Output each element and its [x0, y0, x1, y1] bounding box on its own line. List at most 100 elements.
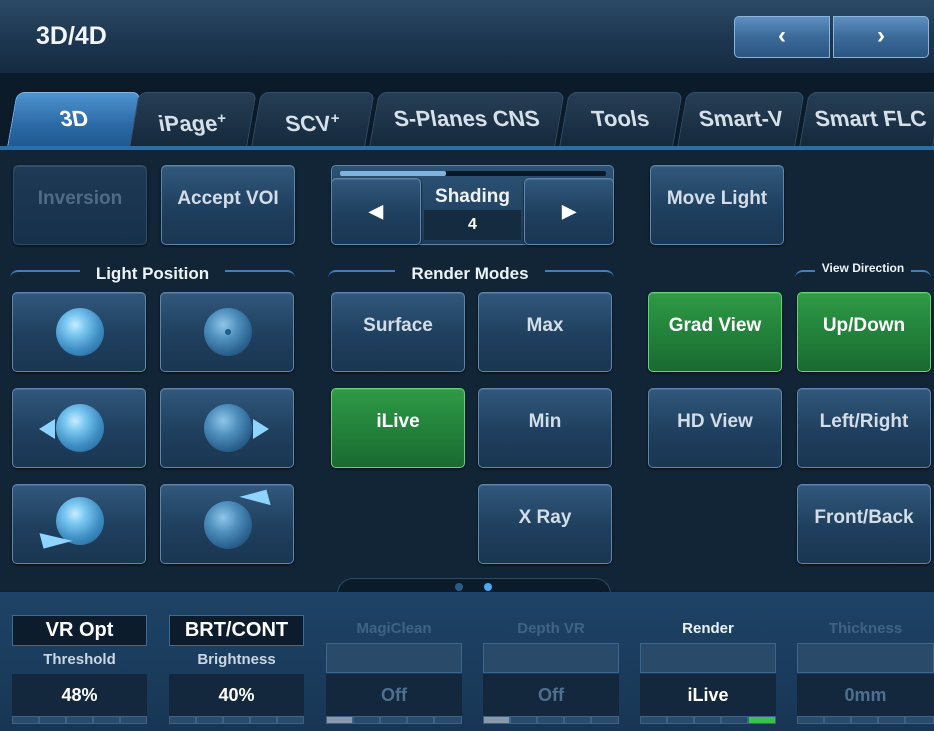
prev-page-button[interactable]: ‹: [734, 16, 830, 58]
front-back-button[interactable]: Front/Back: [797, 484, 931, 564]
depth-vr-segment: [510, 716, 537, 724]
shading-increase-button[interactable]: ▶: [524, 178, 614, 245]
render-segment: [667, 716, 694, 724]
magiclean-segment: [380, 716, 407, 724]
tab-label-sup: +: [217, 110, 227, 127]
threshold-segment: [120, 716, 147, 724]
brightness-segment: [196, 716, 223, 724]
light-beam-icon: [39, 525, 73, 549]
brt-cont-button[interactable]: BRT/CONT: [169, 615, 304, 646]
magiclean-segment: [407, 716, 434, 724]
hd-view-button[interactable]: HD View: [648, 388, 782, 468]
thickness-label: Thickness: [828, 620, 903, 637]
threshold-segment: [39, 716, 66, 724]
arrow-left-icon: [39, 419, 55, 439]
page-dot-2-active[interactable]: [484, 583, 492, 591]
depth-vr-segment-on: [483, 716, 510, 724]
depth-vr-segment: [564, 716, 591, 724]
tab-smart-flc[interactable]: Smart FLC: [799, 92, 934, 146]
shading-slider-fill: [340, 171, 446, 176]
max-mode-button[interactable]: Max: [478, 292, 612, 372]
render-modes-label: Render Modes: [395, 264, 545, 284]
light-position-left-button[interactable]: [12, 388, 146, 468]
move-light-button[interactable]: Move Light: [650, 165, 784, 245]
render-segment: [721, 716, 748, 724]
magiclean-segment: [434, 716, 462, 724]
tab-label-sup: +: [330, 110, 340, 127]
brightness-segment: [169, 716, 196, 724]
tab-label: S-Planes CNS: [391, 106, 542, 131]
light-position-center-button[interactable]: [12, 292, 146, 372]
light-position-right-button[interactable]: [160, 388, 294, 468]
depth-vr-label: Depth VR: [517, 620, 585, 637]
vr-opt-button[interactable]: VR Opt: [12, 615, 147, 646]
threshold-segment: [93, 716, 120, 724]
chevron-right-icon: ›: [877, 22, 885, 49]
button-label: Accept VOI: [177, 188, 279, 209]
magiclean-blank: [326, 643, 462, 673]
button-label: Min: [528, 411, 562, 432]
light-position-back-button[interactable]: [160, 292, 294, 372]
triangle-right-icon: ▶: [562, 201, 576, 221]
render-segment-active: [748, 716, 776, 724]
light-orb-icon: [204, 404, 252, 452]
light-orb-icon: [56, 404, 104, 452]
depth-vr-value[interactable]: Off: [483, 674, 619, 716]
tab-label: Smart-V: [696, 106, 786, 131]
render-value[interactable]: iLive: [640, 674, 776, 716]
tab-3d[interactable]: 3D: [7, 92, 141, 146]
grad-view-button[interactable]: Grad View: [648, 292, 782, 372]
tab-label: 3D: [57, 106, 91, 131]
light-position-bottom-left-button[interactable]: [12, 484, 146, 564]
tab-s-planes-cns[interactable]: S-Planes CNS: [369, 92, 565, 146]
magiclean-value[interactable]: Off: [326, 674, 462, 716]
tab-smart-v[interactable]: Smart-V: [677, 92, 805, 146]
brightness-label: Brightness: [197, 651, 276, 668]
depth-vr-segment: [537, 716, 564, 724]
accept-voi-button[interactable]: Accept VOI: [161, 165, 295, 245]
button-label: Left/Right: [819, 411, 909, 432]
ilive-mode-button[interactable]: iLive: [331, 388, 465, 468]
tab-label: iPage: [156, 111, 220, 137]
light-beam-icon: [239, 489, 271, 513]
next-page-button[interactable]: ›: [833, 16, 929, 58]
page-title: 3D/4D: [36, 22, 107, 50]
light-position-top-right-button[interactable]: [160, 484, 294, 564]
render-segment: [640, 716, 667, 724]
depth-vr-blank: [483, 643, 619, 673]
button-label: X Ray: [518, 507, 572, 528]
threshold-value[interactable]: 48%: [12, 674, 147, 716]
magiclean-label: MagiClean: [356, 620, 432, 637]
button-label: Inversion: [37, 188, 123, 209]
left-right-button[interactable]: Left/Right: [797, 388, 931, 468]
inversion-button[interactable]: Inversion: [13, 165, 147, 245]
thickness-value[interactable]: 0mm: [797, 674, 934, 716]
thickness-segment: [851, 716, 878, 724]
button-label: Front/Back: [814, 507, 914, 528]
light-orb-icon: [56, 308, 104, 356]
tab-label: Smart FLC: [813, 106, 929, 131]
thickness-segment: [905, 716, 934, 724]
tab-scv[interactable]: SCV+: [251, 92, 375, 146]
brightness-segment: [250, 716, 277, 724]
surface-mode-button[interactable]: Surface: [331, 292, 465, 372]
render-segment: [694, 716, 721, 724]
tab-tools[interactable]: Tools: [559, 92, 683, 146]
button-label: Grad View: [668, 315, 762, 336]
x-ray-mode-button[interactable]: X Ray: [478, 484, 612, 564]
light-point-icon: [225, 329, 231, 335]
shading-label: Shading: [435, 186, 510, 207]
threshold-segment: [66, 716, 93, 724]
light-position-label: Light Position: [80, 264, 225, 284]
tab-ipage[interactable]: iPage+: [129, 92, 257, 146]
magiclean-segment: [353, 716, 380, 724]
render-blank: [640, 643, 776, 673]
up-down-button[interactable]: Up/Down: [797, 292, 931, 372]
view-direction-label: View Direction: [815, 261, 911, 275]
shading-decrease-button[interactable]: ◀: [331, 178, 421, 245]
chevron-left-icon: ‹: [778, 22, 786, 49]
min-mode-button[interactable]: Min: [478, 388, 612, 468]
button-label: Move Light: [666, 188, 768, 209]
brightness-value[interactable]: 40%: [169, 674, 304, 716]
page-dot-1[interactable]: [455, 583, 463, 591]
